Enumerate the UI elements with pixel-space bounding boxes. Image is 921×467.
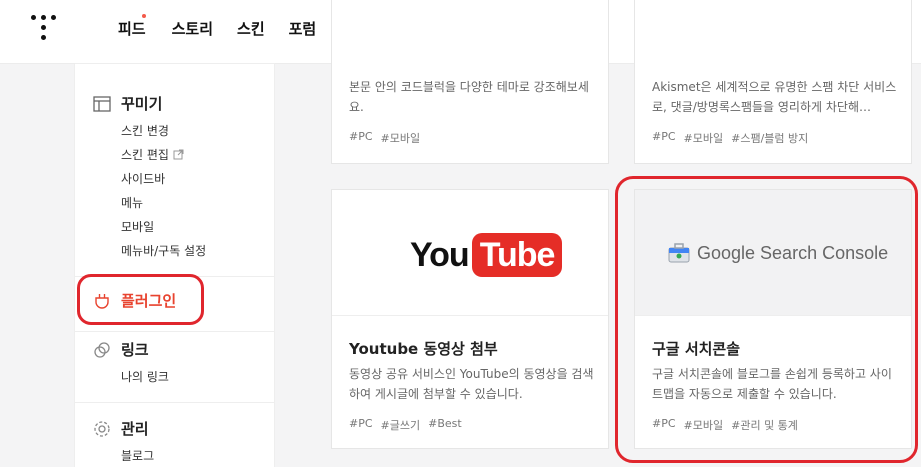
plug-icon <box>93 292 111 310</box>
sidebar: 꾸미기 스킨 변경 스킨 편집 사이드바 메뉴 모바일 메뉴바/구독 설정 플러… <box>74 63 275 467</box>
divider <box>75 331 275 332</box>
tag: #PC <box>349 417 373 430</box>
tag: #모바일 <box>683 419 724 432</box>
sidebar-section-link[interactable]: 링크 <box>93 339 149 360</box>
main-nav: 피드 스토리 스킨 포럼 <box>118 14 317 39</box>
card-description: 동영상 공유 서비스인 YouTube의 동영상을 검색하여 게시글에 첨부할 … <box>349 367 594 401</box>
toolbox-icon <box>668 243 690 263</box>
sidebar-item-menubar-subscribe[interactable]: 메뉴바/구독 설정 <box>121 242 206 259</box>
google-search-console-text: Google Search Console <box>697 242 889 263</box>
plugin-card-youtube[interactable]: You Tube Youtube 동영상 첨부 동영상 공유 서비스인 YouT… <box>331 189 609 449</box>
youtube-logo: You Tube <box>410 233 563 277</box>
card-description: 구글 서치콘솔에 블로그를 손쉽게 등록하고 사이트맵을 자동으로 제출할 수 … <box>652 367 892 401</box>
divider <box>75 402 275 403</box>
card-description: 본문 안의 코드블럭을 다양한 테마로 강조해보세요. <box>349 80 589 114</box>
nav-forum[interactable]: 포럼 <box>289 18 317 39</box>
plugin-card-google-search-console[interactable]: Google Search Console 구글 서치콘솔 구글 서치콘솔에 블… <box>634 189 912 449</box>
plugin-card-codeblock[interactable]: 본문 안의 코드블럭을 다양한 테마로 강조해보세요. #PC #모바일 <box>331 0 609 164</box>
card-tags: #PC #모바일 <box>349 130 420 146</box>
sidebar-item-skin-edit[interactable]: 스킨 편집 <box>121 146 184 163</box>
sidebar-item-label: 스킨 편집 <box>121 148 169 162</box>
gear-icon <box>93 420 111 438</box>
link-icon <box>93 341 111 359</box>
card-tags: #PC #모바일 #스팸/블럼 방지 <box>652 130 808 146</box>
sidebar-section-manage[interactable]: 관리 <box>93 418 149 439</box>
nav-story[interactable]: 스토리 <box>172 18 213 39</box>
card-title: Youtube 동영상 첨부 <box>349 340 498 358</box>
youtube-logo-tube: Tube <box>471 233 563 277</box>
card-description: Akismet은 세계적으로 유명한 스팸 차단 서비스로, 댓글/방명록스팸들… <box>652 80 897 114</box>
nav-feed[interactable]: 피드 <box>118 18 146 39</box>
google-search-console-logo: Google Search Console <box>667 242 888 264</box>
card-thumbnail: Google Search Console <box>635 190 911 316</box>
divider <box>75 63 275 64</box>
sidebar-section-customize[interactable]: 꾸미기 <box>93 93 162 114</box>
sidebar-section-label: 꾸미기 <box>121 95 163 113</box>
layout-icon <box>93 95 111 113</box>
card-title: 구글 서치콘솔 <box>652 340 741 358</box>
plugin-card-akismet[interactable]: Akismet은 세계적으로 유명한 스팸 차단 서비스로, 댓글/방명록스팸들… <box>634 0 912 164</box>
sidebar-section-label: 관리 <box>121 420 149 438</box>
tag: #PC <box>652 130 676 143</box>
card-tags: #PC #모바일 #관리 및 통계 <box>652 417 798 433</box>
tag: #PC <box>349 130 373 143</box>
sidebar-item-skin-change[interactable]: 스킨 변경 <box>121 122 169 139</box>
tag: #글쓰기 <box>380 419 421 432</box>
new-indicator-dot <box>141 14 146 18</box>
tistory-logo-icon[interactable] <box>30 13 60 43</box>
tag: #스팸/블럼 방지 <box>731 132 809 145</box>
tag: #모바일 <box>683 132 724 145</box>
sidebar-item-my-link[interactable]: 나의 링크 <box>121 368 169 385</box>
tag: #PC <box>652 417 676 430</box>
nav-skin[interactable]: 스킨 <box>237 18 265 39</box>
sidebar-item-sidebar[interactable]: 사이드바 <box>121 170 165 187</box>
sidebar-section-label: 링크 <box>121 341 149 359</box>
sidebar-item-mobile[interactable]: 모바일 <box>121 218 154 235</box>
youtube-logo-text: You <box>410 235 470 274</box>
sidebar-item-blog[interactable]: 블로그 <box>121 447 154 464</box>
divider <box>75 276 275 277</box>
sidebar-section-plugin[interactable]: 플러그인 <box>93 290 176 311</box>
tag: #모바일 <box>380 132 421 145</box>
external-link-icon <box>173 149 184 160</box>
card-thumbnail: You Tube <box>332 190 608 316</box>
card-tags: #PC #글쓰기 #Best <box>349 417 462 433</box>
tag: #관리 및 통계 <box>731 419 798 432</box>
tag: #Best <box>428 417 462 430</box>
sidebar-item-menu[interactable]: 메뉴 <box>121 194 143 211</box>
sidebar-section-label: 플러그인 <box>121 292 177 310</box>
